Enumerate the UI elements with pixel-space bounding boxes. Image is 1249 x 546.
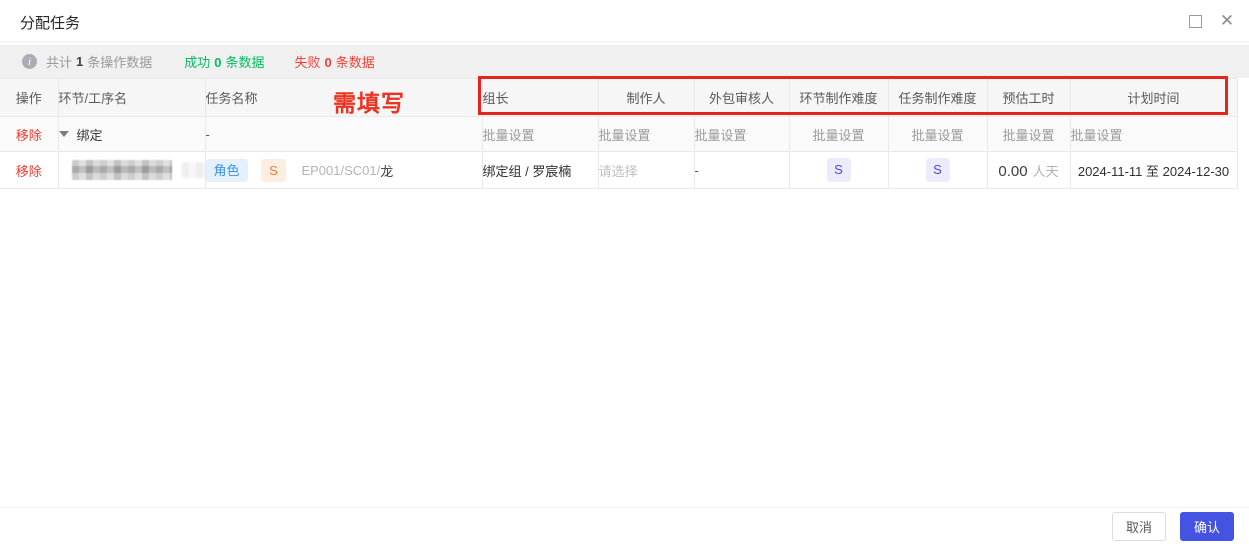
summary-bar: i 共计 1 条操作数据 成功 0 条数据 失败 0 条数据	[0, 45, 1249, 78]
batch-set-task-difficulty[interactable]: 批量设置	[911, 128, 963, 143]
header-stage-difficulty: 环节制作难度	[789, 78, 889, 117]
summary-total-count: 1	[76, 54, 84, 69]
header-group-leader: 组长	[482, 78, 599, 117]
plan-time-range[interactable]: 2024-11-11 至 2024-12-30	[1078, 164, 1229, 179]
task-name-cell: 角色 S EP001/SC01/龙	[205, 151, 483, 189]
estimate-unit: 人天	[1032, 163, 1059, 179]
type-badge: 角色	[205, 158, 248, 182]
batch-set-outsource[interactable]: 批量设置	[695, 128, 747, 143]
summary-success: 成功 0 条数据	[184, 55, 265, 70]
assign-task-dialog: 分配任务 ✕ i 共计 1 条操作数据 成功 0 条数据 失败 0 条数据 操作 环节/…	[0, 0, 1249, 546]
task-row: 移除 角色 S EP001/SC01/龙 绑定组 / 罗宸楠 请选择 - S S…	[0, 151, 1238, 189]
header-outsource-reviewer: 外包审核人	[694, 78, 790, 117]
task-path: EP001/SC01/	[301, 162, 381, 178]
producer-select[interactable]: 请选择	[599, 164, 638, 179]
estimate-cell[interactable]: 0.00 人天	[987, 151, 1071, 189]
summary-total-prefix: 共计	[46, 55, 73, 70]
footer-divider	[0, 507, 1249, 508]
stage-difficulty-badge[interactable]: S	[826, 158, 851, 182]
close-icon: ✕	[1219, 11, 1235, 30]
chevron-down-icon	[58, 131, 69, 137]
dialog-title: 分配任务	[20, 15, 81, 32]
header-producer: 制作人	[598, 78, 695, 117]
summary-fail: 失败 0 条数据	[294, 55, 375, 70]
info-icon: i	[22, 54, 37, 69]
task-name-last: 龙	[380, 163, 394, 179]
summary-total-suffix: 条操作数据	[87, 55, 153, 70]
estimate-value: 0.00	[998, 162, 1028, 180]
close-button[interactable]: ✕	[1215, 9, 1239, 33]
maximize-icon	[1188, 14, 1202, 28]
header-action: 操作	[0, 78, 59, 117]
header-row: 操作 环节/工序名 任务名称 组长 制作人 外包审核人 环节制作难度 任务制作难…	[0, 78, 1238, 117]
batch-set-producer[interactable]: 批量设置	[599, 128, 651, 143]
censored-smudge	[181, 162, 204, 178]
cancel-button[interactable]: 取消	[1112, 512, 1166, 541]
remove-task-link[interactable]: 移除	[16, 164, 42, 179]
header-task-name: 任务名称	[205, 78, 483, 117]
header-stage-name: 环节/工序名	[58, 78, 206, 117]
group-task-name: -	[205, 126, 210, 142]
dialog-titlebar: 分配任务 ✕	[0, 0, 1249, 42]
batch-set-stage-difficulty[interactable]: 批量设置	[812, 128, 864, 143]
outsource-reviewer-select[interactable]: -	[695, 163, 699, 178]
batch-set-plan-time[interactable]: 批量设置	[1071, 128, 1123, 143]
header-estimated-hours: 预估工时	[987, 78, 1071, 117]
stage-name-cell	[58, 151, 206, 189]
group-name: 绑定	[76, 127, 103, 143]
group-row: 移除 绑定 - 批量设置 批量设置 批量设置 批量设置 批量设置 批量设置 批量…	[0, 116, 1238, 152]
level-badge: S	[261, 158, 286, 182]
group-expander[interactable]: 绑定	[58, 125, 103, 144]
remove-group-link[interactable]: 移除	[16, 128, 42, 143]
header-task-difficulty: 任务制作难度	[888, 78, 988, 117]
task-difficulty-badge[interactable]: S	[925, 158, 950, 182]
header-plan-time: 计划时间	[1070, 78, 1238, 117]
maximize-button[interactable]	[1183, 9, 1207, 33]
batch-set-leader[interactable]: 批量设置	[483, 128, 535, 143]
batch-set-estimate[interactable]: 批量设置	[1002, 128, 1054, 143]
task-table: 操作 环节/工序名 任务名称 组长 制作人 外包审核人 环节制作难度 任务制作难…	[0, 78, 1238, 189]
leader-select[interactable]: 绑定组 / 罗宸楠	[483, 164, 572, 179]
censored-text	[71, 160, 172, 180]
confirm-button[interactable]: 确认	[1180, 512, 1234, 541]
